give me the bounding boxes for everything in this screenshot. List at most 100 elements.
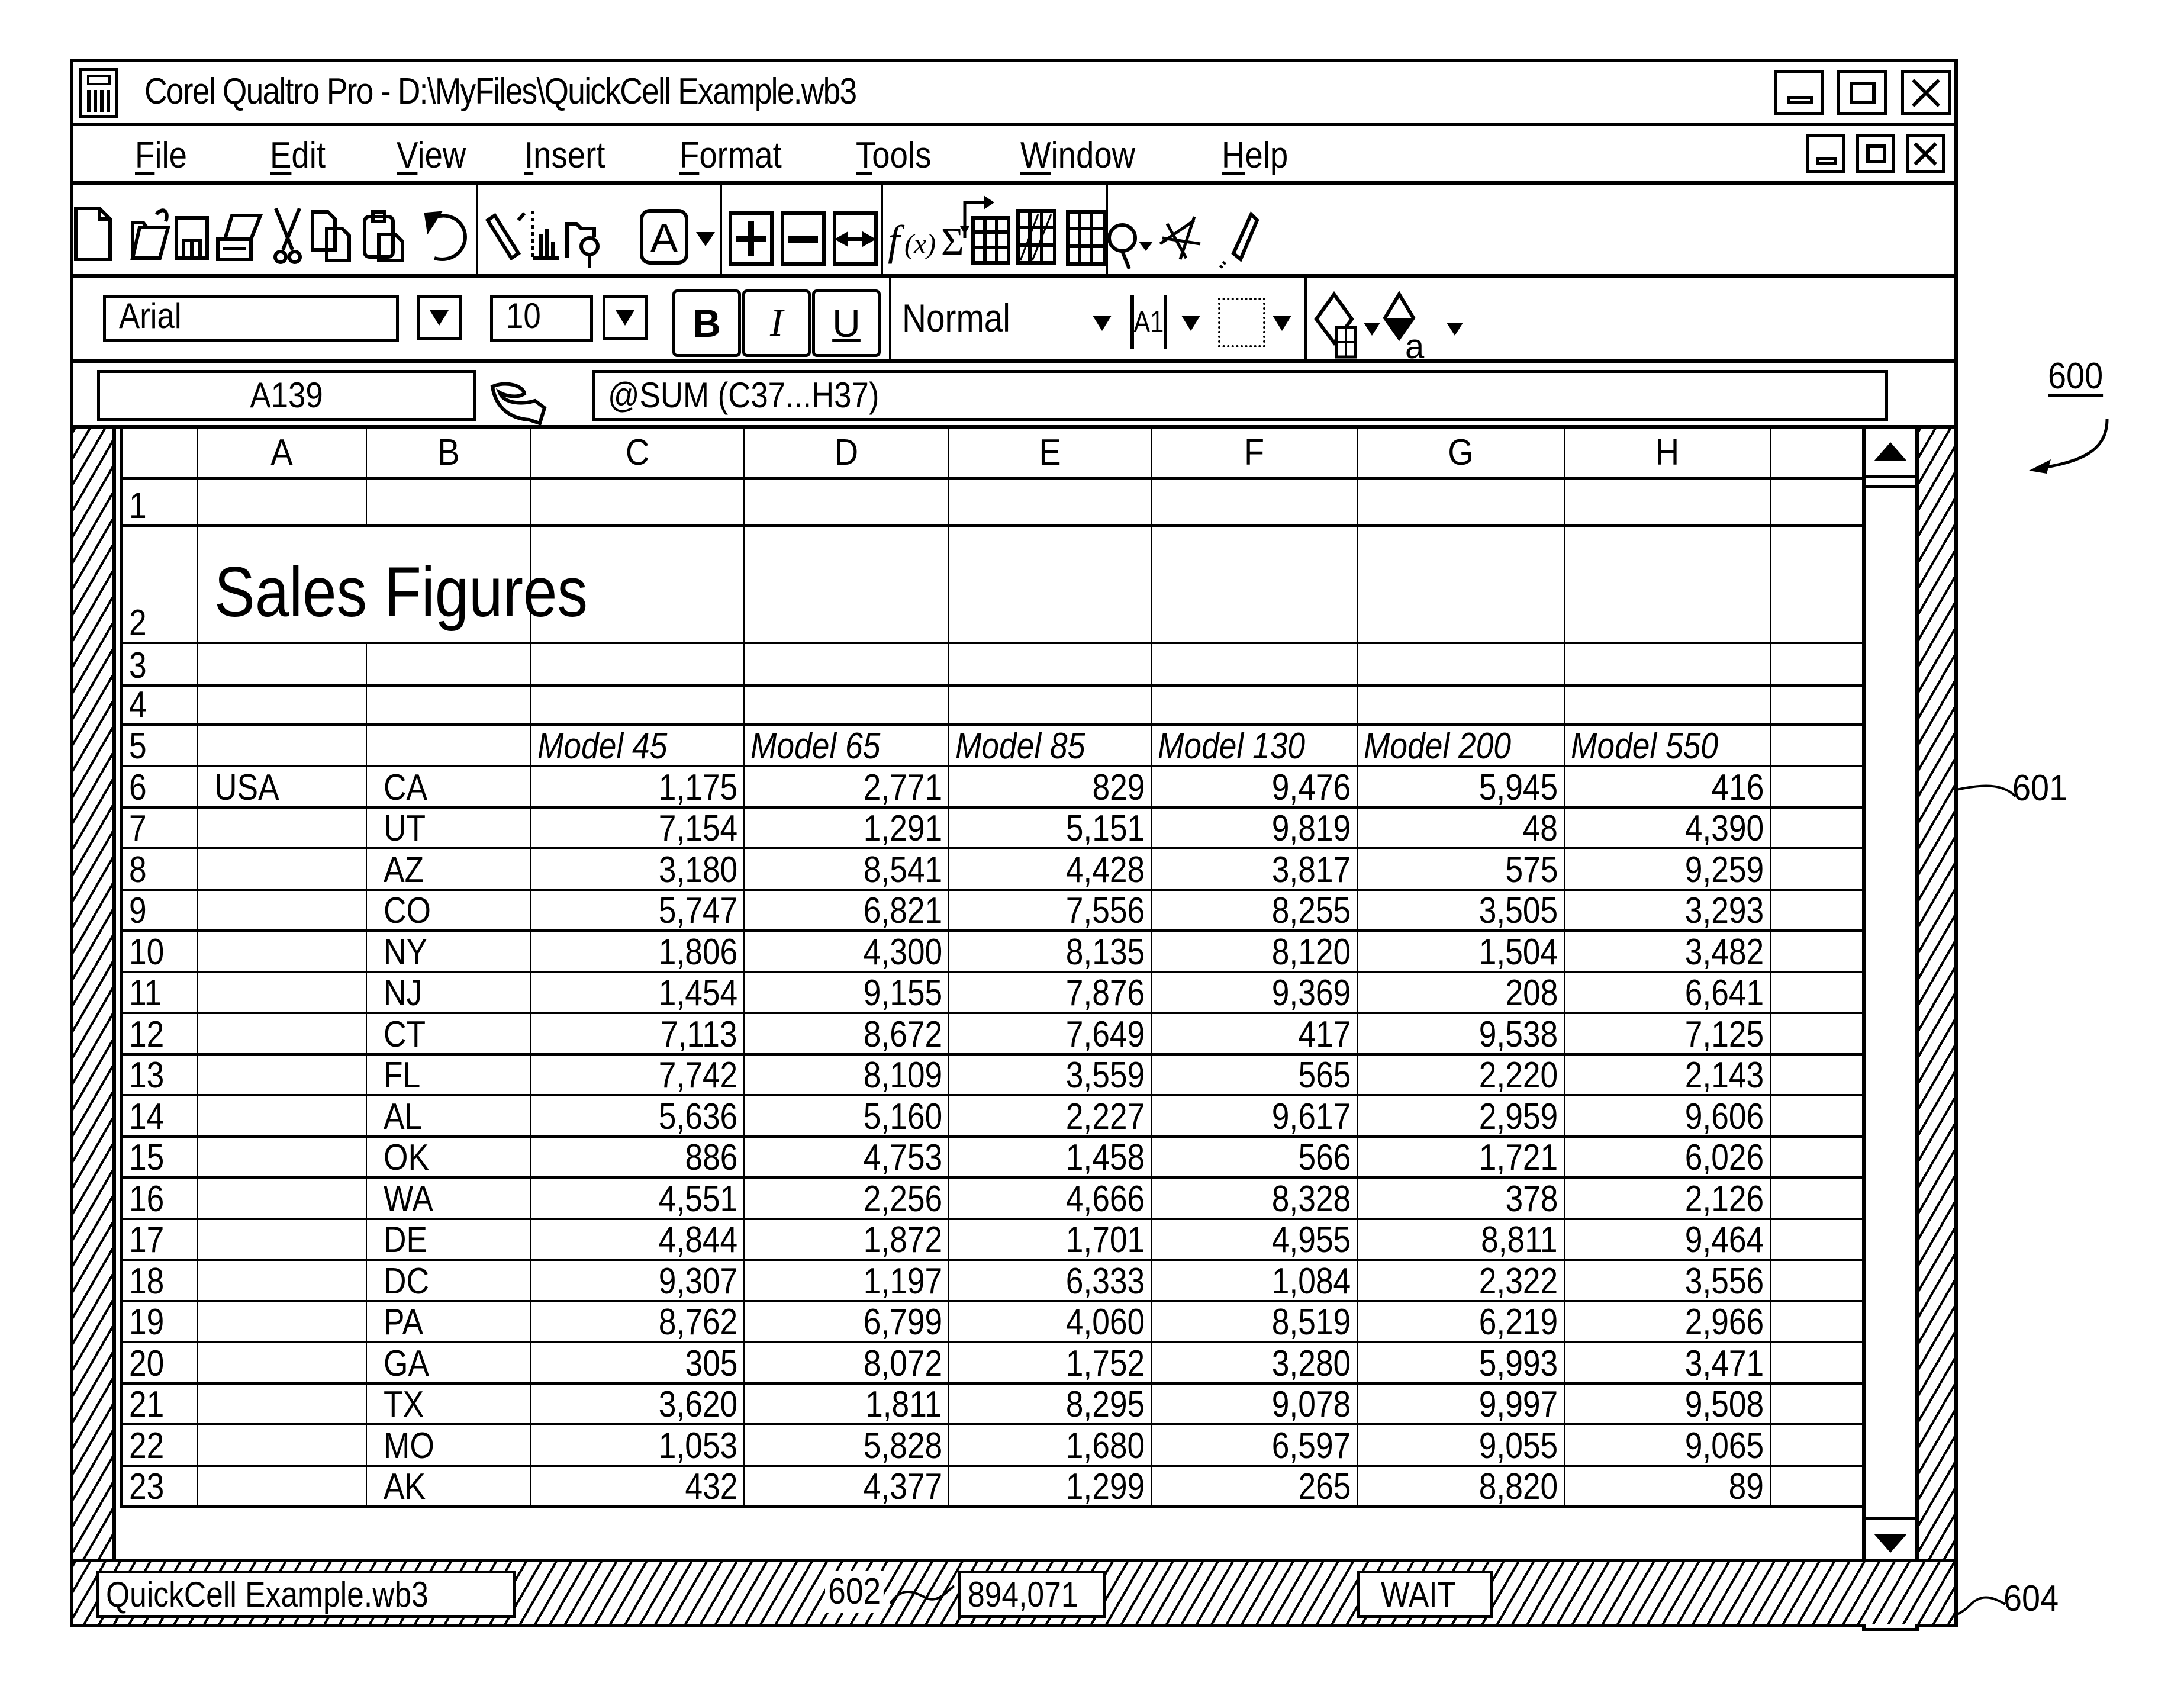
app-calculator-icon[interactable] xyxy=(79,68,118,118)
cell[interactable] xyxy=(745,644,949,687)
value-cell[interactable]: 5,636 xyxy=(531,1096,745,1138)
row-header[interactable]: 9 xyxy=(123,890,198,932)
cell[interactable] xyxy=(1771,932,1866,973)
value-cell[interactable]: 5,828 xyxy=(745,1425,949,1467)
bold-button[interactable]: B xyxy=(672,289,741,357)
value-cell[interactable]: 417 xyxy=(1152,1014,1358,1056)
cell[interactable] xyxy=(1152,687,1358,726)
value-cell[interactable]: 1,752 xyxy=(949,1343,1152,1385)
column-header[interactable]: C xyxy=(531,429,745,480)
alignment-button[interactable]: A1 xyxy=(1130,295,1167,349)
value-cell[interactable]: 8,762 xyxy=(531,1302,745,1343)
value-cell[interactable]: 4,844 xyxy=(531,1219,745,1261)
value-cell[interactable]: 6,799 xyxy=(745,1302,949,1343)
cell[interactable] xyxy=(198,480,367,527)
row-header[interactable]: 17 xyxy=(123,1219,198,1261)
row-header[interactable]: 11 xyxy=(123,973,198,1014)
value-cell[interactable]: 1,811 xyxy=(745,1384,949,1425)
menu-edit[interactable]: Edit xyxy=(270,134,326,176)
fill-color-controls[interactable]: a xyxy=(1310,284,1500,361)
cell[interactable] xyxy=(1771,527,1866,644)
cell[interactable] xyxy=(367,527,531,644)
value-cell[interactable]: 2,126 xyxy=(1565,1179,1771,1220)
row-header[interactable]: 2 xyxy=(123,527,198,644)
doc-close-button[interactable] xyxy=(1906,134,1945,173)
menu-help[interactable]: Help xyxy=(1222,134,1288,176)
value-cell[interactable]: 1,197 xyxy=(745,1261,949,1302)
value-cell[interactable]: 378 xyxy=(1358,1179,1565,1220)
value-cell[interactable]: 3,180 xyxy=(531,849,745,891)
value-cell[interactable]: 9,464 xyxy=(1565,1219,1771,1261)
column-header[interactable]: F xyxy=(1152,429,1358,480)
value-cell[interactable]: 4,955 xyxy=(1152,1219,1358,1261)
row-header[interactable]: 3 xyxy=(123,644,198,687)
row-header[interactable]: 12 xyxy=(123,1014,198,1056)
cell[interactable] xyxy=(198,644,367,687)
cell[interactable] xyxy=(367,726,531,767)
value-cell[interactable]: 1,872 xyxy=(745,1219,949,1261)
country-cell[interactable] xyxy=(198,1425,367,1467)
value-cell[interactable]: 4,666 xyxy=(949,1179,1152,1220)
value-cell[interactable]: 886 xyxy=(531,1137,745,1179)
country-cell[interactable] xyxy=(198,1055,367,1096)
cell[interactable] xyxy=(1771,1014,1866,1056)
state-cell[interactable]: AZ xyxy=(367,849,531,891)
value-cell[interactable]: 1,291 xyxy=(745,808,949,849)
value-cell[interactable]: 8,820 xyxy=(1358,1466,1565,1508)
state-cell[interactable]: MO xyxy=(367,1425,531,1467)
minimize-button[interactable] xyxy=(1774,70,1824,115)
country-cell[interactable] xyxy=(198,1343,367,1385)
row-header[interactable]: 15 xyxy=(123,1137,198,1179)
cell[interactable] xyxy=(1565,687,1771,726)
value-cell[interactable]: 2,256 xyxy=(745,1179,949,1220)
value-cell[interactable]: 4,300 xyxy=(745,932,949,973)
cell[interactable] xyxy=(1771,849,1866,891)
vertical-scrollbar[interactable] xyxy=(1862,429,1919,1566)
value-cell[interactable]: 9,997 xyxy=(1358,1384,1565,1425)
value-cell[interactable]: 2,322 xyxy=(1358,1261,1565,1302)
border-dropdown-icon[interactable] xyxy=(1273,316,1291,331)
row-header[interactable]: 10 xyxy=(123,932,198,973)
value-cell[interactable]: 8,328 xyxy=(1152,1179,1358,1220)
country-cell[interactable] xyxy=(198,1384,367,1425)
cell[interactable] xyxy=(1771,644,1866,687)
cell[interactable] xyxy=(1771,480,1866,527)
value-cell[interactable]: 1,701 xyxy=(949,1219,1152,1261)
cell[interactable] xyxy=(1771,687,1866,726)
value-cell[interactable]: 5,747 xyxy=(531,890,745,932)
value-cell[interactable]: 8,295 xyxy=(949,1384,1152,1425)
cell[interactable] xyxy=(1771,808,1866,849)
value-cell[interactable]: 9,259 xyxy=(1565,849,1771,891)
cell[interactable] xyxy=(1771,890,1866,932)
value-cell[interactable]: 208 xyxy=(1358,973,1565,1014)
value-cell[interactable]: 3,556 xyxy=(1565,1261,1771,1302)
value-cell[interactable]: 8,255 xyxy=(1152,890,1358,932)
menu-insert[interactable]: Insert xyxy=(524,134,605,176)
value-cell[interactable]: 2,966 xyxy=(1565,1302,1771,1343)
model-header-cell[interactable]: Model 65 xyxy=(745,726,949,767)
value-cell[interactable]: 829 xyxy=(949,767,1152,809)
cell[interactable] xyxy=(531,687,745,726)
cell[interactable] xyxy=(949,480,1152,527)
cell[interactable] xyxy=(1771,726,1866,767)
style-dropdown-icon[interactable] xyxy=(1093,316,1112,331)
value-cell[interactable]: 2,220 xyxy=(1358,1055,1565,1096)
model-header-cell[interactable]: Model 550 xyxy=(1565,726,1771,767)
close-button[interactable] xyxy=(1901,70,1951,115)
italic-button[interactable]: I xyxy=(742,289,811,357)
column-header[interactable]: G xyxy=(1358,429,1565,480)
state-cell[interactable]: DC xyxy=(367,1261,531,1302)
navigate-hand-icon[interactable] xyxy=(488,375,553,428)
value-cell[interactable]: 1,680 xyxy=(949,1425,1152,1467)
value-cell[interactable]: 1,454 xyxy=(531,973,745,1014)
formula-input[interactable]: @SUM (C37...H37) xyxy=(592,370,1888,421)
maximize-button[interactable] xyxy=(1837,70,1887,115)
cell[interactable] xyxy=(1771,1055,1866,1096)
state-cell[interactable]: NY xyxy=(367,932,531,973)
row-header[interactable]: 23 xyxy=(123,1466,198,1508)
value-cell[interactable]: 1,299 xyxy=(949,1466,1152,1508)
scroll-up-button[interactable] xyxy=(1866,429,1915,478)
value-cell[interactable]: 6,219 xyxy=(1358,1302,1565,1343)
value-cell[interactable]: 1,721 xyxy=(1358,1137,1565,1179)
value-cell[interactable]: 9,369 xyxy=(1152,973,1358,1014)
